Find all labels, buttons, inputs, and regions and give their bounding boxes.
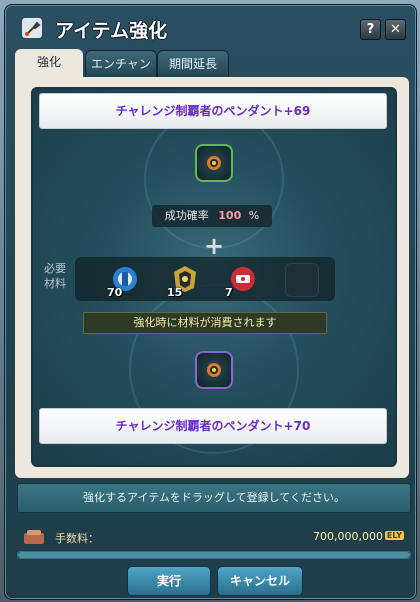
materials-label-text: 必要 材料	[44, 262, 66, 290]
success-rate-label: 成功確率	[164, 209, 209, 222]
materials-strip: 70 15 7	[75, 257, 335, 301]
enhance-area: チャレンジ制覇者のペンダント+69 成功確率 100 % + 必要 材料 70 …	[31, 87, 397, 467]
cancel-button[interactable]: キャンセル	[217, 566, 303, 596]
execute-button[interactable]: 実行	[127, 566, 211, 596]
current-item-name: チャレンジ制覇者のペンダント+69	[39, 93, 387, 129]
drag-hint: 強化するアイテムをドラッグして登録してください。	[17, 483, 411, 513]
tab-extend-period[interactable]: 期間延長	[157, 50, 229, 78]
window-title: アイテム強化	[55, 20, 168, 42]
material-slot-empty[interactable]	[285, 263, 319, 297]
success-rate-unit: %	[248, 209, 260, 222]
currency-badge: ELY	[384, 531, 404, 540]
enhance-progress-fill	[18, 552, 410, 558]
close-button[interactable]: ✕	[385, 19, 406, 40]
item-enhance-window: アイテム強化 ? ✕ 強化 エンチャント 期間延長 チャレンジ制覇者のペンダント…	[4, 4, 417, 600]
fee-label: 手数料：	[55, 532, 99, 545]
pendant-icon	[207, 363, 221, 377]
material-slot[interactable]: 70	[107, 263, 141, 299]
help-button[interactable]: ?	[360, 19, 381, 40]
fee-row: 手数料： 700,000,000 ELY	[17, 525, 409, 549]
tab-enhance[interactable]: 強化	[15, 49, 83, 78]
materials-label: 必要 材料	[37, 261, 73, 291]
success-rate-value: 100	[218, 209, 242, 222]
pendant-icon	[207, 156, 221, 170]
material-slot[interactable]: 7	[225, 263, 259, 299]
material-warning: 強化時に材料が消費されます	[83, 312, 327, 334]
result-item-name: チャレンジ制覇者のペンダント+70	[39, 408, 387, 444]
material-count: 70	[107, 286, 123, 299]
success-rate: 成功確率 100 %	[152, 205, 272, 227]
fee-value: 700,000,000	[313, 530, 383, 543]
enhance-panel: チャレンジ制覇者のペンダント+69 成功確率 100 % + 必要 材料 70 …	[15, 77, 409, 478]
enhance-progress	[17, 551, 411, 559]
result-item-slot	[195, 351, 233, 389]
plus-icon: +	[204, 232, 225, 260]
tab-enchant[interactable]: エンチャント	[85, 50, 157, 97]
current-item-slot[interactable]	[195, 144, 233, 182]
title-bar[interactable]: アイテム強化 ? ✕	[5, 5, 416, 49]
material-count: 7	[225, 286, 233, 299]
material-slot[interactable]: 15	[167, 263, 201, 299]
material-count: 15	[167, 286, 183, 299]
coin-bag-icon	[24, 530, 44, 544]
wrench-icon	[22, 18, 42, 38]
